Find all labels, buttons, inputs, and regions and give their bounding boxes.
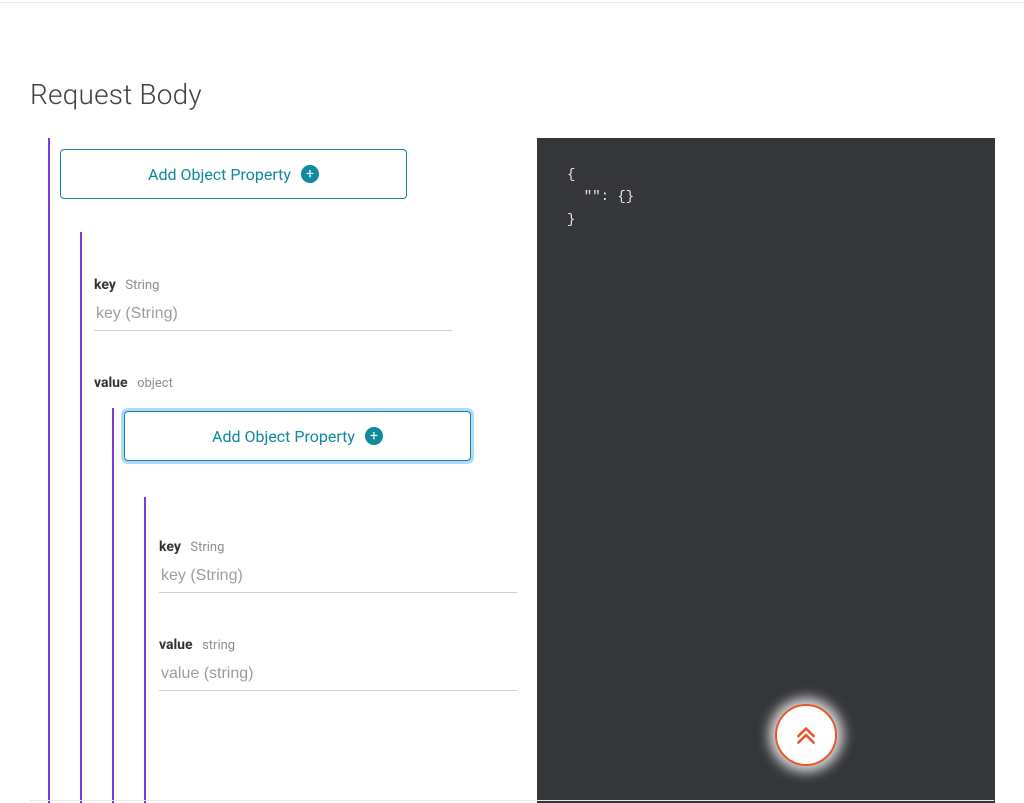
field-label-root-key: key String xyxy=(94,277,159,293)
input-root-key[interactable] xyxy=(94,299,452,331)
field-type: string xyxy=(202,638,235,653)
tree-guideline-2 xyxy=(80,232,82,803)
field-label-root-value: value object xyxy=(94,375,173,391)
bottom-divider xyxy=(30,800,994,801)
top-divider xyxy=(0,2,1024,3)
field-name: value xyxy=(94,375,128,391)
field-name: key xyxy=(159,539,181,555)
field-name: key xyxy=(94,277,116,293)
plus-icon: + xyxy=(301,165,319,183)
field-label-nested-value: value string xyxy=(159,637,235,653)
page-title: Request Body xyxy=(30,78,202,111)
input-nested-value[interactable] xyxy=(159,659,517,691)
field-type: object xyxy=(137,376,173,391)
code-preview: { "": {} } xyxy=(537,138,995,803)
double-chevron-up-icon xyxy=(793,722,819,748)
field-type: String xyxy=(190,540,224,555)
add-object-property-label: Add Object Property xyxy=(212,427,355,446)
add-object-property-button-nested[interactable]: Add Object Property + xyxy=(124,411,471,461)
plus-icon: + xyxy=(365,427,383,445)
tree-guideline-1 xyxy=(48,138,50,803)
field-type: String xyxy=(125,278,159,293)
tree-guideline-4 xyxy=(144,497,146,803)
add-object-property-button-root[interactable]: Add Object Property + xyxy=(60,149,407,199)
field-label-nested-key: key String xyxy=(159,539,224,555)
tree-guideline-3 xyxy=(112,408,114,803)
add-object-property-label: Add Object Property xyxy=(148,165,291,184)
input-nested-key[interactable] xyxy=(159,561,517,593)
scroll-to-top-button[interactable] xyxy=(775,704,837,766)
field-name: value xyxy=(159,637,193,653)
